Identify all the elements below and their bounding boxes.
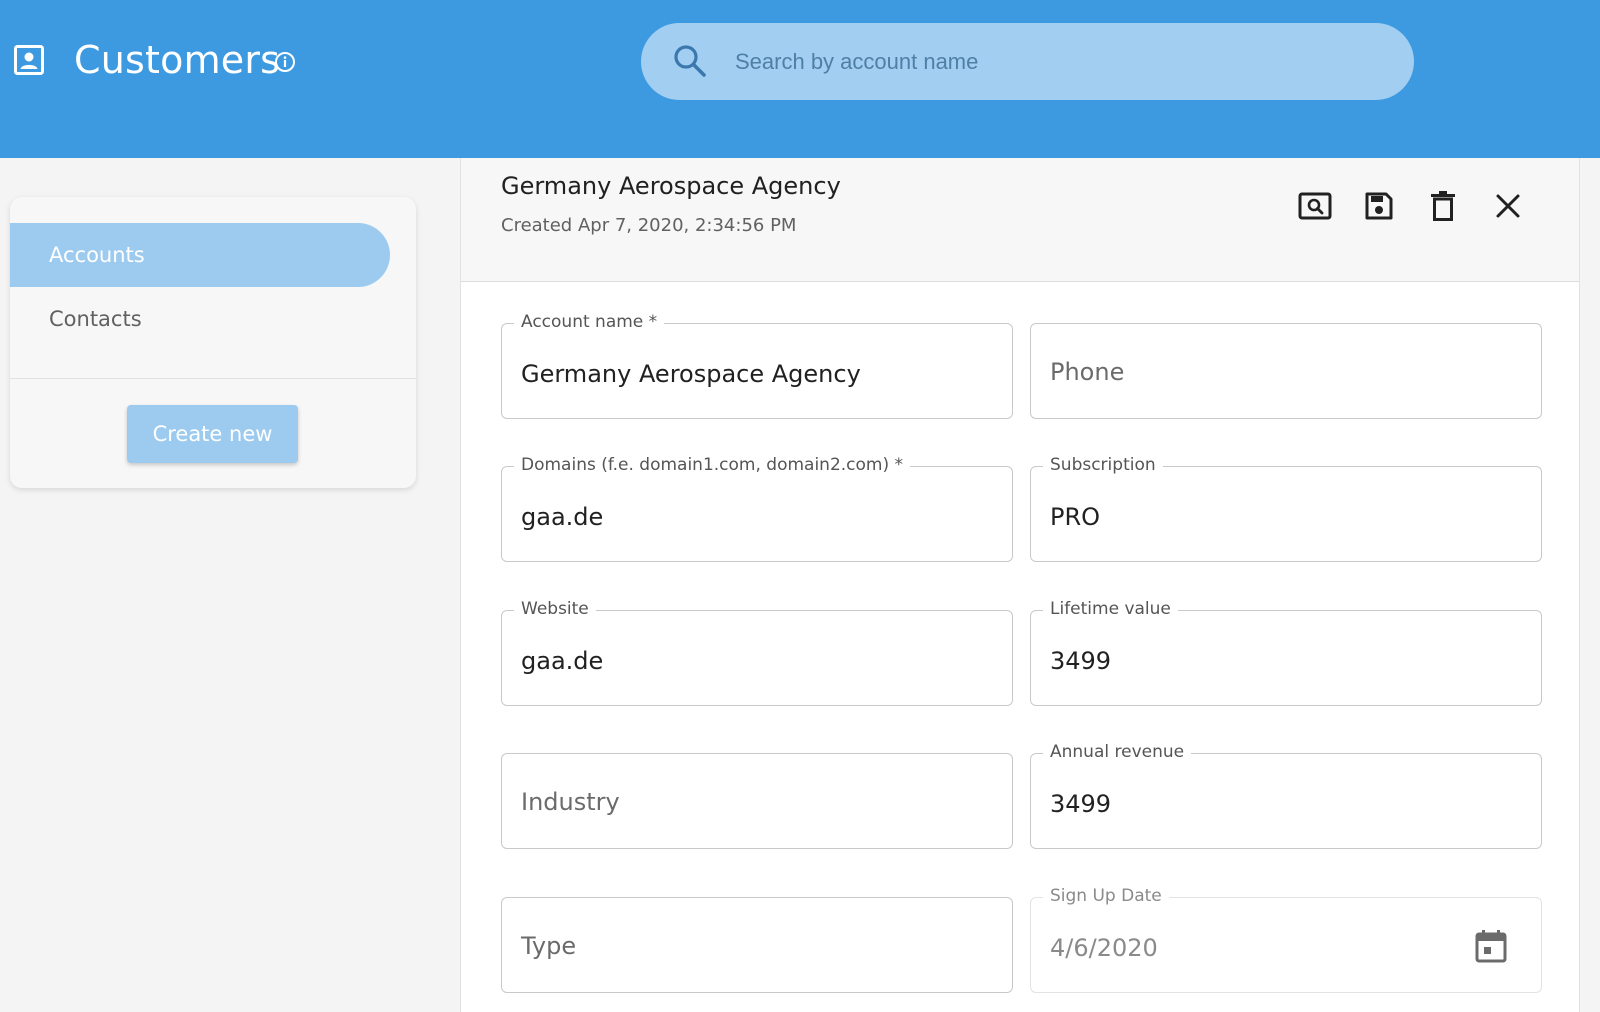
website-value[interactable]: gaa.de [521,647,603,675]
annual-revenue-field[interactable]: Annual revenue 3499 [1030,740,1542,849]
sidebar-item-accounts[interactable]: Accounts [10,223,390,287]
type-field[interactable]: Type [501,897,1013,993]
search-icon [674,45,706,77]
phone-field[interactable]: Phone [1030,323,1542,419]
domains-field[interactable]: Domains (f.e. domain1.com, domain2.com) … [501,453,1013,562]
search-bar[interactable] [641,23,1414,100]
account-name-value[interactable]: Germany Aerospace Agency [521,360,861,388]
calendar-icon[interactable] [1475,929,1507,963]
close-icon [1496,194,1520,218]
subscription-field[interactable]: Subscription PRO [1030,453,1542,562]
delete-button[interactable] [1423,186,1463,226]
close-button[interactable] [1488,186,1528,226]
website-field[interactable]: Website gaa.de [501,597,1013,706]
annual-revenue-label: Annual revenue [1043,740,1192,764]
sign-up-date-field[interactable]: Sign Up Date 4/6/2020 [1030,884,1542,993]
phone-placeholder: Phone [1050,358,1125,386]
website-label: Website [514,597,596,621]
save-icon [1365,192,1393,220]
sidebar-divider [10,378,416,379]
sidebar-item-label: Contacts [49,307,142,331]
preview-icon [1298,192,1332,220]
record-created-timestamp: Created Apr 7, 2020, 2:34:56 PM [501,215,797,236]
industry-field[interactable]: Industry [501,753,1013,849]
account-name-field[interactable]: Account name * Germany Aerospace Agency [501,310,1013,419]
domains-label: Domains (f.e. domain1.com, domain2.com) … [514,453,911,477]
sign-up-date-label: Sign Up Date [1043,884,1169,908]
domains-value[interactable]: gaa.de [521,503,603,531]
page-title: Customers [74,38,281,82]
info-icon[interactable] [274,51,296,73]
account-name-label: Account name * [514,310,665,334]
create-new-button[interactable]: Create new [127,405,298,463]
sign-up-date-value: 4/6/2020 [1050,934,1158,962]
sidebar-item-label: Accounts [49,243,145,267]
search-input[interactable] [735,23,1375,100]
app-header: Customers [0,0,1600,158]
sidebar-item-contacts[interactable]: Contacts [10,287,390,351]
sidebar-card: Accounts Contacts Create new [10,197,416,488]
type-placeholder: Type [521,932,577,960]
lifetime-value-field[interactable]: Lifetime value 3499 [1030,597,1542,706]
industry-placeholder: Industry [521,788,620,816]
record-panel: Germany Aerospace Agency Created Apr 7, … [460,158,1580,1012]
contact-card-icon [14,45,44,75]
lifetime-value-value[interactable]: 3499 [1050,647,1111,675]
annual-revenue-value[interactable]: 3499 [1050,790,1111,818]
record-header: Germany Aerospace Agency Created Apr 7, … [461,158,1579,282]
subscription-value[interactable]: PRO [1050,503,1100,531]
delete-icon [1431,191,1455,221]
lifetime-value-label: Lifetime value [1043,597,1178,621]
subscription-label: Subscription [1043,453,1163,477]
record-title: Germany Aerospace Agency [501,172,841,200]
preview-button[interactable] [1295,186,1335,226]
save-button[interactable] [1359,186,1399,226]
